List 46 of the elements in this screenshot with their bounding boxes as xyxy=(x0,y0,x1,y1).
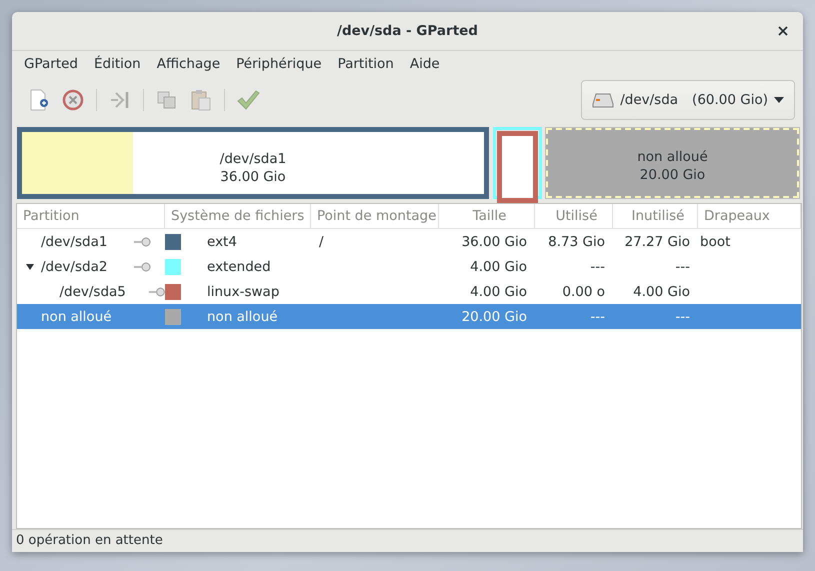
used-value: --- xyxy=(589,308,606,324)
device-selector[interactable]: /dev/sda (60.00 Gio) xyxy=(581,80,795,120)
partition-block[interactable]: /dev/sda1 36.00 Gio xyxy=(17,127,489,199)
expander-arrow-icon[interactable] xyxy=(25,262,35,270)
dropdown-caret-icon xyxy=(774,97,784,103)
partition-name: /dev/sda2 xyxy=(40,258,108,274)
partition-row[interactable]: /dev/sda2 extended 4.00 Gio --- --- xyxy=(17,254,801,279)
window-title: /dev/sda - GParted xyxy=(337,23,478,39)
size-value: 36.00 Gio xyxy=(460,234,528,250)
close-icon xyxy=(778,26,788,36)
menu-item[interactable]: Partition xyxy=(330,56,402,72)
used-value: --- xyxy=(589,258,606,274)
unused-value: --- xyxy=(674,308,691,324)
filesystem-name: linux-swap xyxy=(206,284,280,300)
filesystem-name: extended xyxy=(206,258,272,274)
status-bar: 0 opération en attente xyxy=(12,529,803,552)
unallocated-label: non alloué 20.00 Gio xyxy=(636,148,709,184)
checkmark-icon xyxy=(236,89,260,111)
menu-item[interactable]: GParted xyxy=(16,56,86,72)
unused-value: 4.00 Gio xyxy=(632,284,691,300)
size-value: 4.00 Gio xyxy=(469,258,528,274)
mount-point: / xyxy=(318,234,325,250)
partition-name: /dev/sda5 xyxy=(58,284,127,300)
filesystem-name: ext4 xyxy=(206,234,238,250)
copy-icon xyxy=(156,89,178,111)
used-value: 0.00 o xyxy=(561,284,606,300)
partition-row[interactable]: /dev/sda5 linux-swap 4.00 Gio 0.00 o 4.00 Gio xyxy=(17,279,801,304)
filesystem-name: non alloué xyxy=(206,308,279,324)
partition-row[interactable]: /dev/sda1 ext4 / 36.00 Gio 8.73 Gio 27.27 Gio boot xyxy=(17,229,801,254)
new-document-icon xyxy=(28,88,50,112)
used-value: 8.73 Gio xyxy=(547,234,606,250)
partition-name: non alloué xyxy=(40,308,113,324)
size-value: 20.00 Gio xyxy=(460,308,528,324)
unused-value: 27.27 Gio xyxy=(624,234,691,250)
unused-value: --- xyxy=(674,258,691,274)
menu-item[interactable]: Aide xyxy=(402,56,448,72)
delete-icon xyxy=(62,89,84,111)
partition-name: /dev/sda1 xyxy=(40,234,108,250)
flags-value: boot xyxy=(699,234,732,250)
size-value: 4.00 Gio xyxy=(469,284,528,300)
menu-item[interactable]: Périphérique xyxy=(228,56,330,72)
partition-label: /dev/sda1 36.00 Gio xyxy=(218,150,288,186)
menu-item[interactable]: Édition xyxy=(86,56,149,72)
unallocated-block[interactable]: non alloué 20.00 Gio xyxy=(546,128,799,198)
paste-icon xyxy=(190,88,212,112)
menu-item[interactable]: Affichage xyxy=(148,56,228,72)
